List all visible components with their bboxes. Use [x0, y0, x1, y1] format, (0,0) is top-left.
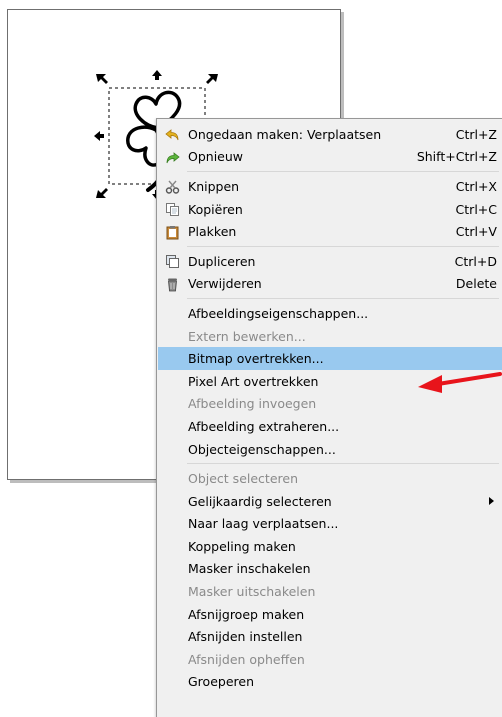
- paste-icon: [164, 224, 180, 240]
- menu-item-set-clip[interactable]: Afsnijden instellen: [157, 625, 502, 648]
- menu-item-paste[interactable]: Plakken Ctrl+V: [157, 220, 502, 243]
- menu-item-label: Groeperen: [188, 674, 254, 690]
- menu-item-delete[interactable]: Verwijderen Delete: [157, 273, 502, 296]
- menu-item-label: Afsnijden opheffen: [188, 651, 305, 667]
- menu-item-duplicate[interactable]: Dupliceren Ctrl+D: [157, 250, 502, 273]
- menu-item-label: Bitmap overtrekken...: [188, 351, 324, 367]
- menu-item-release-mask[interactable]: Masker uitschakelen: [157, 580, 502, 603]
- menu-item-create-clip-group[interactable]: Afsnijgroep maken: [157, 603, 502, 626]
- menu-item-label: Opnieuw: [188, 149, 244, 165]
- menu-separator: [157, 168, 502, 175]
- menu-item-shortcut: Shift+Ctrl+Z: [416, 149, 497, 165]
- menu-item-label: Afsnijgroep maken: [188, 606, 305, 622]
- menu-item-label: Pixel Art overtrekken: [188, 373, 319, 389]
- menu-item-label: Afbeeldingseigenschappen...: [188, 305, 369, 321]
- menu-item-label: Koppeling maken: [188, 538, 296, 554]
- menu-item-label: Kopiëren: [188, 201, 243, 217]
- menu-item-label: Objecteigenschappen...: [188, 441, 336, 457]
- menu-item-label: Verwijderen: [188, 276, 262, 292]
- menu-item-image-properties[interactable]: Afbeeldingseigenschappen...: [157, 302, 502, 325]
- menu-item-label: Masker uitschakelen: [188, 584, 316, 600]
- stage: Ongedaan maken: Verplaatsen Ctrl+Z Opnie…: [0, 0, 502, 717]
- menu-item-object-properties[interactable]: Objecteigenschappen...: [157, 438, 502, 461]
- menu-item-shortcut: Ctrl+X: [455, 178, 497, 194]
- menu-item-label: Afbeelding invoegen: [188, 396, 317, 412]
- delete-icon: [164, 277, 180, 293]
- menu-item-label: Extern bewerken...: [188, 328, 306, 344]
- menu-item-cut[interactable]: Knippen Ctrl+X: [157, 175, 502, 198]
- submenu-arrow-icon: [489, 496, 494, 505]
- menu-item-label: Afbeelding extraheren...: [188, 418, 340, 434]
- menu-separator: [157, 243, 502, 250]
- menu-item-set-mask[interactable]: Masker inschakelen: [157, 558, 502, 581]
- menu-item-label: Afsnijden instellen: [188, 629, 303, 645]
- menu-item-move-to-layer[interactable]: Naar laag verplaatsen...: [157, 513, 502, 536]
- menu-item-label: Object selecteren: [188, 471, 298, 487]
- menu-item-label: Knippen: [188, 178, 240, 194]
- menu-item-select-same[interactable]: Gelijkaardig selecteren: [157, 490, 502, 513]
- menu-item-redo[interactable]: Opnieuw Shift+Ctrl+Z: [157, 146, 502, 169]
- menu-item-shortcut: Ctrl+V: [455, 224, 497, 240]
- undo-icon: [164, 127, 180, 143]
- menu-item-release-clip[interactable]: Afsnijden opheffen: [157, 648, 502, 671]
- menu-item-group[interactable]: Groeperen: [157, 671, 502, 694]
- annotation-arrow-icon: [418, 372, 502, 393]
- menu-item-copy[interactable]: Kopiëren Ctrl+C: [157, 198, 502, 221]
- menu-item-undo[interactable]: Ongedaan maken: Verplaatsen Ctrl+Z: [157, 123, 502, 146]
- menu-item-extract-image[interactable]: Afbeelding extraheren...: [157, 415, 502, 438]
- menu-item-label: Gelijkaardig selecteren: [188, 493, 332, 509]
- menu-item-shortcut: Ctrl+Z: [455, 126, 497, 142]
- menu-item-shortcut: Delete: [455, 276, 497, 292]
- context-menu: Ongedaan maken: Verplaatsen Ctrl+Z Opnie…: [156, 118, 502, 717]
- menu-item-label: Ongedaan maken: Verplaatsen: [188, 126, 382, 142]
- cut-icon: [164, 179, 180, 195]
- menu-item-label: Dupliceren: [188, 253, 256, 269]
- menu-item-label: Plakken: [188, 224, 237, 240]
- menu-item-shortcut: Ctrl+C: [455, 201, 497, 217]
- redo-icon: [164, 150, 180, 166]
- menu-item-label: Naar laag verplaatsen...: [188, 516, 339, 532]
- duplicate-icon: [164, 254, 180, 270]
- menu-item-shortcut: Ctrl+D: [454, 253, 497, 269]
- menu-item-create-link[interactable]: Koppeling maken: [157, 535, 502, 558]
- menu-item-edit-externally[interactable]: Extern bewerken...: [157, 325, 502, 348]
- menu-separator: [157, 295, 502, 302]
- menu-item-select-object[interactable]: Object selecteren: [157, 467, 502, 490]
- menu-item-label: Masker inschakelen: [188, 561, 311, 577]
- menu-separator: [157, 460, 502, 467]
- copy-icon: [164, 202, 180, 218]
